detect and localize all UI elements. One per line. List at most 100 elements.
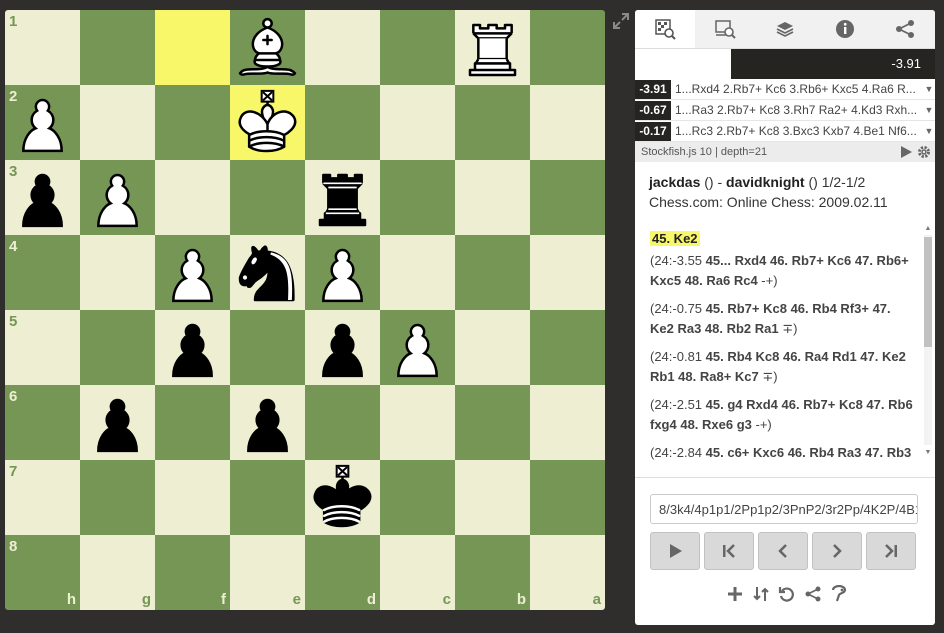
square[interactable] [80, 10, 155, 85]
square[interactable] [380, 385, 455, 460]
square[interactable] [155, 385, 230, 460]
chevron-down-icon[interactable]: ▼ [923, 84, 935, 94]
variation[interactable]: (24:-3.55 45... Rxd4 46. Rb7+ Kc6 47. Rb… [650, 251, 917, 291]
square[interactable] [230, 85, 305, 160]
white-player[interactable]: jackdas [649, 174, 700, 190]
current-move[interactable]: 45. Ke2 [650, 231, 700, 246]
square[interactable] [455, 85, 530, 160]
black-pawn-piece[interactable] [305, 310, 380, 385]
square[interactable]: 8h [5, 535, 80, 610]
square[interactable] [155, 160, 230, 235]
square[interactable] [455, 160, 530, 235]
variation[interactable]: (24:-2.51 45. g4 Rxd4 46. Rb7+ Kc8 47. R… [650, 395, 917, 435]
add-button[interactable] [725, 584, 745, 604]
square[interactable] [455, 385, 530, 460]
scrollbar[interactable]: ▲ ▼ [924, 225, 932, 457]
expand-icon[interactable] [612, 12, 630, 30]
square[interactable] [305, 310, 380, 385]
annotate-button[interactable] [829, 584, 849, 604]
white-pawn-piece[interactable] [155, 235, 230, 310]
square[interactable] [380, 160, 455, 235]
square[interactable] [305, 10, 380, 85]
square[interactable] [305, 235, 380, 310]
scroll-down-icon[interactable]: ▼ [924, 449, 932, 457]
square[interactable] [155, 460, 230, 535]
square[interactable] [380, 85, 455, 160]
play-icon[interactable] [899, 145, 913, 159]
white-bishop-piece[interactable] [230, 10, 305, 85]
engine-line[interactable]: -0.17 1...Rc3 2.Rb7+ Kc8 3.Bxc3 Kxb7 4.B… [635, 121, 935, 142]
square[interactable]: a [530, 535, 605, 610]
square[interactable] [305, 460, 380, 535]
square[interactable]: e [230, 535, 305, 610]
chess-board[interactable]: 1 2 3 4 5 6 7 8 h g f e d c b a [5, 10, 605, 610]
previous-move-button[interactable] [758, 532, 808, 570]
square[interactable] [155, 310, 230, 385]
white-pawn-piece[interactable] [380, 310, 455, 385]
square[interactable]: 2 [5, 85, 80, 160]
square[interactable] [455, 235, 530, 310]
variation[interactable]: (24:-0.75 45. Rb7+ Kc8 46. Rb4 Rf3+ 47. … [650, 299, 917, 339]
square[interactable] [530, 310, 605, 385]
square[interactable] [230, 310, 305, 385]
tab-share[interactable] [875, 10, 935, 48]
variation[interactable]: (24:-2.84 45. c6+ Kxc6 46. Rb4 Ra3 47. R… [650, 443, 917, 462]
square[interactable]: g [80, 535, 155, 610]
square[interactable]: 3 [5, 160, 80, 235]
black-king-piece[interactable] [305, 460, 380, 535]
chevron-down-icon[interactable]: ▼ [923, 105, 935, 115]
square[interactable] [380, 235, 455, 310]
square[interactable] [530, 85, 605, 160]
white-pawn-piece[interactable] [5, 85, 80, 160]
square[interactable] [230, 160, 305, 235]
reset-button[interactable] [777, 584, 797, 604]
square[interactable] [455, 10, 530, 85]
square[interactable]: b [455, 535, 530, 610]
square[interactable] [380, 10, 455, 85]
square[interactable] [155, 85, 230, 160]
black-pawn-piece[interactable] [5, 160, 80, 235]
square[interactable]: d [305, 535, 380, 610]
square[interactable] [305, 385, 380, 460]
square[interactable] [305, 160, 380, 235]
black-knight-piece[interactable] [230, 235, 305, 310]
fen-input[interactable]: 8/3k4/4p1p1/2Pp1p2/3PnP2/3r2Pp/4K2P/4B1R… [650, 494, 918, 524]
black-player[interactable]: davidknight [726, 174, 805, 190]
play-button[interactable] [650, 532, 700, 570]
square[interactable] [380, 460, 455, 535]
square[interactable] [230, 460, 305, 535]
black-pawn-piece[interactable] [230, 385, 305, 460]
square[interactable] [305, 85, 380, 160]
flip-board-button[interactable] [751, 584, 771, 604]
chevron-down-icon[interactable]: ▼ [923, 126, 935, 136]
square[interactable]: 5 [5, 310, 80, 385]
white-king-piece[interactable] [230, 85, 305, 160]
white-rook-piece[interactable] [455, 10, 530, 85]
white-pawn-piece[interactable] [80, 160, 155, 235]
scroll-up-icon[interactable]: ▲ [924, 225, 932, 233]
tab-info[interactable] [815, 10, 875, 48]
square[interactable] [455, 310, 530, 385]
square[interactable] [80, 460, 155, 535]
square[interactable] [230, 235, 305, 310]
square[interactable]: 1 [5, 10, 80, 85]
square[interactable] [155, 235, 230, 310]
square[interactable]: 7 [5, 460, 80, 535]
square[interactable]: f [155, 535, 230, 610]
square[interactable] [80, 160, 155, 235]
black-rook-piece[interactable] [305, 160, 380, 235]
square[interactable] [530, 235, 605, 310]
black-pawn-piece[interactable] [80, 385, 155, 460]
gear-icon[interactable] [917, 145, 931, 159]
square[interactable] [530, 160, 605, 235]
square[interactable] [530, 10, 605, 85]
tab-explorer[interactable] [695, 10, 755, 48]
square[interactable]: 4 [5, 235, 80, 310]
square[interactable] [80, 310, 155, 385]
square[interactable] [80, 235, 155, 310]
square[interactable] [230, 385, 305, 460]
square[interactable]: c [380, 535, 455, 610]
square[interactable]: 6 [5, 385, 80, 460]
share-button[interactable] [803, 584, 823, 604]
tab-analysis[interactable] [635, 10, 695, 48]
